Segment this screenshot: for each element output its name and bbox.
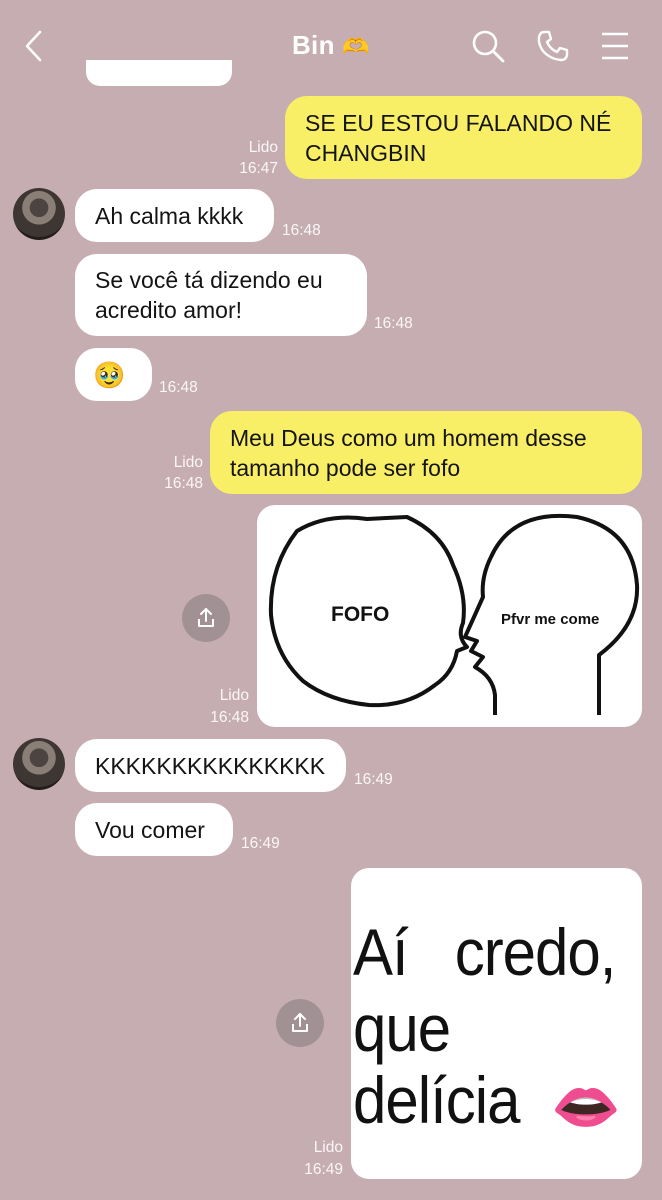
menu-button[interactable] — [591, 22, 639, 70]
image-message[interactable]: FOFO Pfvr me come — [257, 505, 642, 727]
meme-label-right: Pfvr me come — [501, 611, 600, 628]
sticker-line-3: delícia — [353, 1063, 520, 1138]
sticker-line-2: que — [353, 991, 451, 1066]
contact-emoji: 🫶 — [342, 34, 371, 59]
message-time: 16:49 — [354, 771, 393, 788]
sticker-image-message[interactable]: Aí credo, que delícia 👄 — [351, 868, 642, 1179]
outgoing-message[interactable]: Meu Deus como um homem desse tamanho pod… — [210, 411, 642, 494]
menu-icon — [602, 32, 628, 60]
incoming-message[interactable]: Ah calma kkkk — [75, 189, 274, 242]
incoming-message[interactable]: Vou comer — [75, 803, 233, 856]
search-button[interactable] — [464, 22, 512, 70]
incoming-message[interactable]: Se você tá dizendo eu acredito amor! — [75, 254, 367, 336]
contact-avatar[interactable] — [13, 188, 65, 240]
message-time: 16:48 — [210, 709, 249, 726]
phone-icon — [537, 30, 569, 62]
incoming-message[interactable]: KKKKKKKKKKKKKKK — [75, 739, 346, 792]
read-status: Lido — [219, 687, 249, 704]
message-time: 16:49 — [241, 835, 280, 852]
share-icon — [292, 1013, 308, 1032]
sticker-line-1: Aí credo, — [353, 915, 616, 990]
message-time: 16:49 — [304, 1161, 343, 1178]
previous-message-bubble — [86, 60, 232, 86]
message-time: 16:47 — [239, 160, 278, 177]
outgoing-message[interactable]: SE EU ESTOU FALANDO NÉ CHANGBIN — [285, 96, 642, 179]
share-button[interactable] — [276, 999, 324, 1047]
contact-avatar[interactable] — [13, 738, 65, 790]
message-time: 16:48 — [164, 475, 203, 492]
share-button[interactable] — [182, 594, 230, 642]
call-button[interactable] — [529, 22, 577, 70]
share-icon — [198, 608, 214, 627]
read-status: Lido — [173, 454, 203, 471]
contact-name: Bin — [291, 30, 335, 60]
read-status: Lido — [248, 139, 278, 156]
meme-label-left: FOFO — [331, 603, 390, 626]
lips-emoji: 👄 — [551, 1075, 621, 1138]
read-status: Lido — [313, 1139, 343, 1156]
message-time: 16:48 — [374, 315, 413, 332]
incoming-message[interactable]: 🥹 — [75, 348, 152, 401]
message-time: 16:48 — [282, 222, 321, 239]
search-icon — [472, 30, 505, 63]
message-time: 16:48 — [159, 379, 198, 396]
